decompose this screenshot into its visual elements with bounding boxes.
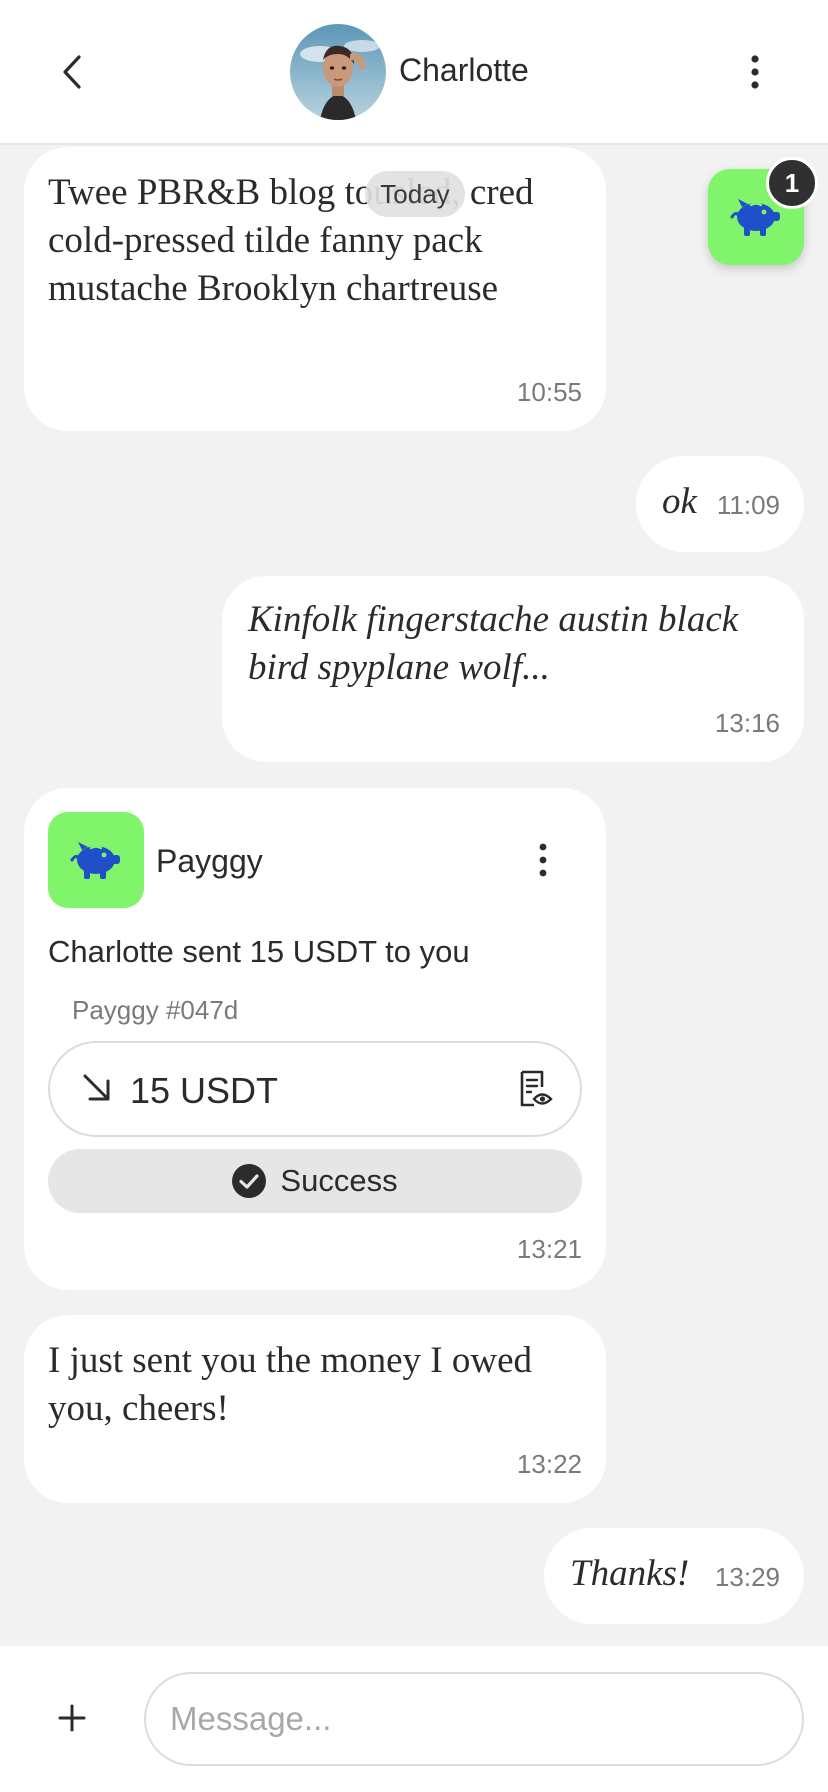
- message-time: 13:16: [714, 708, 780, 738]
- message-time: 10:55: [516, 377, 582, 407]
- add-attachment-button[interactable]: [50, 1696, 94, 1740]
- piggy-bank-icon: [70, 842, 120, 879]
- message-text: ok: [662, 481, 697, 522]
- message-time: 11:09: [716, 490, 780, 520]
- message-text: Thanks!: [570, 1553, 690, 1594]
- message-composer: [0, 1646, 828, 1792]
- plus-icon: [58, 1704, 86, 1732]
- message-bubble-outgoing[interactable]: ok 11:09: [636, 456, 804, 552]
- payment-amount-field[interactable]: 15 USDT: [48, 1041, 582, 1137]
- payment-reference: Payggy #047d: [72, 995, 239, 1025]
- unread-badge: 1: [766, 157, 818, 209]
- contact-name[interactable]: Charlotte: [399, 52, 529, 89]
- payggy-app-icon: [48, 812, 144, 908]
- chat-menu-button[interactable]: [735, 50, 775, 94]
- message-bubble-incoming[interactable]: I just sent you the money I owed you, ch…: [24, 1315, 606, 1503]
- payment-description: Charlotte sent 15 USDT to you: [48, 934, 470, 969]
- payment-app-name: Payggy: [156, 843, 263, 879]
- date-separator: Today: [365, 171, 465, 217]
- card-menu-button[interactable]: [528, 838, 558, 882]
- payment-status-badge: Success: [48, 1149, 582, 1213]
- chat-header: Charlotte: [0, 0, 828, 145]
- message-bubble-outgoing[interactable]: Kinfolk fingerstache austin black bird s…: [222, 576, 804, 762]
- back-button[interactable]: [50, 50, 94, 94]
- check-circle-icon: [232, 1164, 267, 1198]
- message-bubble-incoming[interactable]: Twee PBR&B blog tousled, cred cold-press…: [24, 147, 606, 431]
- more-vertical-icon: [539, 843, 547, 877]
- payment-status-text: Success: [280, 1163, 398, 1198]
- message-time: 13:21: [516, 1234, 582, 1264]
- chevron-left-icon: [63, 55, 81, 89]
- arrow-down-right-icon: [83, 1074, 110, 1101]
- message-text: I just sent you the money I owed you, ch…: [48, 1340, 532, 1429]
- message-text: Kinfolk fingerstache austin black bird s…: [248, 599, 739, 688]
- payment-amount: 15 USDT: [130, 1070, 279, 1111]
- more-vertical-icon: [751, 55, 759, 89]
- message-input[interactable]: [144, 1672, 804, 1766]
- receipt-view-icon[interactable]: [516, 1069, 556, 1109]
- payment-card[interactable]: Payggy Charlotte sent 15 USDT to you Pay…: [24, 788, 606, 1290]
- message-time: 13:22: [516, 1449, 582, 1479]
- message-bubble-outgoing[interactable]: Thanks! 13:29: [544, 1528, 804, 1624]
- message-time: 13:29: [714, 1562, 780, 1592]
- avatar[interactable]: [290, 24, 386, 120]
- message-text: Twee PBR&B blog tousled, cred cold-press…: [48, 172, 534, 309]
